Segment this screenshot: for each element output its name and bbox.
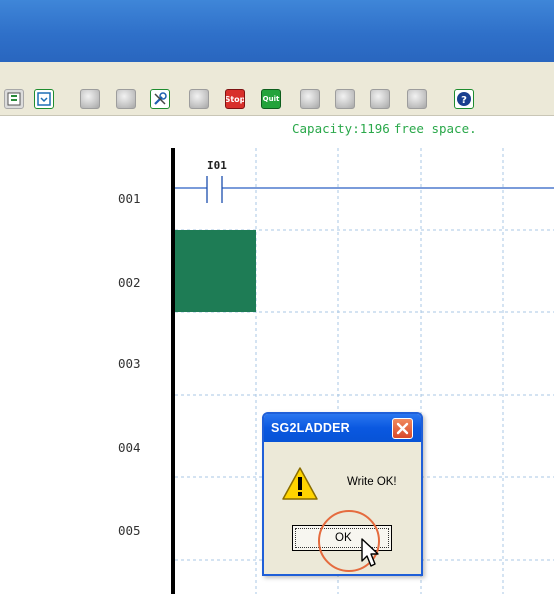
- dialog-title-bar[interactable]: SG2LADDER: [264, 414, 421, 442]
- mouse-pointer-icon: [360, 537, 384, 573]
- dialog-message: Write OK!: [347, 476, 397, 488]
- contact-symbol: [206, 176, 223, 203]
- contact-label: I01: [207, 159, 227, 172]
- close-icon[interactable]: [392, 418, 413, 439]
- warning-icon: [281, 466, 319, 506]
- rung-number: 003: [118, 356, 141, 371]
- rung-number: 002: [118, 275, 141, 290]
- power-rail: [171, 148, 175, 594]
- selected-cell[interactable]: [175, 230, 256, 312]
- dialog-title: SG2LADDER: [271, 421, 350, 435]
- rung-number: 001: [118, 191, 141, 206]
- rung-number: 005: [118, 523, 141, 538]
- rung-number: 004: [118, 440, 141, 455]
